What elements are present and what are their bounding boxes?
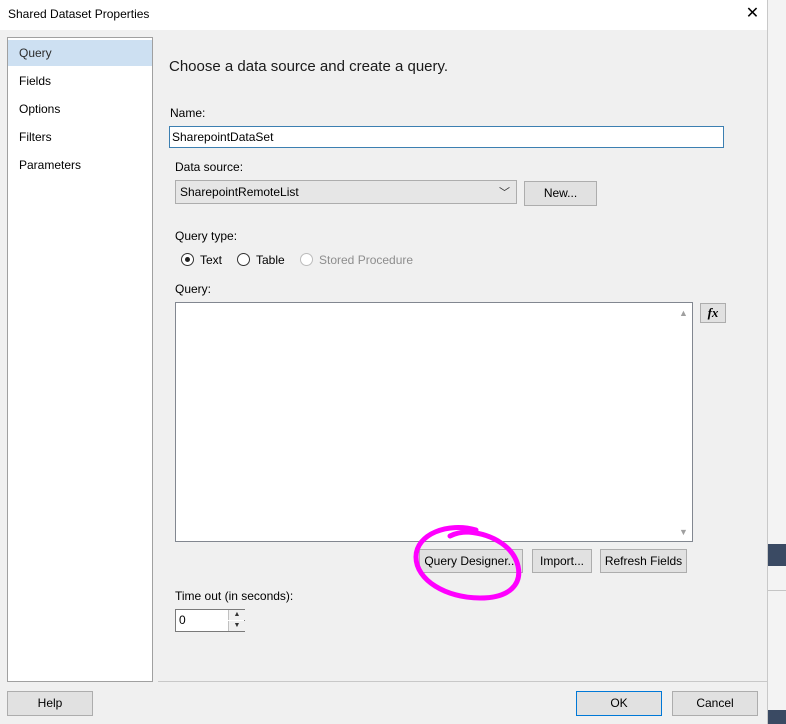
help-button[interactable]: Help (7, 691, 93, 716)
query-textarea[interactable]: ▲ ▼ (175, 302, 693, 542)
query-label: Query: (175, 282, 212, 296)
background-window-footer (768, 710, 786, 724)
title-bar: Shared Dataset Properties ✕ (0, 0, 767, 30)
radio-table-label: Table (256, 253, 285, 267)
window-title: Shared Dataset Properties (8, 7, 150, 21)
expression-fx-button[interactable]: fx (700, 303, 726, 323)
sidebar-item-filters[interactable]: Filters (8, 124, 152, 150)
scroll-down-icon[interactable]: ▼ (675, 524, 692, 541)
sidebar-item-options[interactable]: Options (8, 96, 152, 122)
name-label: Name: (170, 106, 206, 120)
cancel-button[interactable]: Cancel (672, 691, 758, 716)
radio-text[interactable] (181, 253, 194, 266)
page-heading: Choose a data source and create a query. (169, 58, 449, 75)
query-scrollbar[interactable]: ▲ ▼ (675, 303, 692, 541)
name-input-value: SharepointDataSet (172, 130, 274, 144)
refresh-fields-button[interactable]: Refresh Fields (600, 549, 687, 573)
datasource-label: Data source: (175, 160, 244, 174)
datasource-selected-value: SharepointRemoteList (180, 185, 299, 199)
radio-table[interactable] (237, 253, 250, 266)
background-window-edge (768, 0, 786, 724)
sidebar-item-fields[interactable]: Fields (8, 68, 152, 94)
chevron-down-icon: ﹀ (499, 187, 510, 199)
highlight-annotation (413, 525, 522, 601)
radio-text-label: Text (200, 253, 223, 267)
close-icon[interactable]: ✕ (738, 0, 767, 28)
timeout-stepper[interactable]: 0 ▲ ▼ (175, 609, 245, 632)
querytype-label: Query type: (175, 229, 238, 243)
new-datasource-button[interactable]: New... (524, 181, 597, 206)
spin-up-icon[interactable]: ▲ (228, 610, 245, 620)
spin-down-icon[interactable]: ▼ (228, 621, 245, 631)
datasource-dropdown[interactable]: SharepointRemoteList ﹀ (175, 180, 517, 204)
import-button[interactable]: Import... (532, 549, 592, 573)
scroll-up-icon[interactable]: ▲ (675, 305, 692, 322)
footer-divider (158, 681, 767, 682)
ok-button[interactable]: OK (576, 691, 662, 716)
background-window-bar (768, 544, 786, 566)
sidebar-item-parameters[interactable]: Parameters (8, 152, 152, 178)
sidebar-item-query[interactable]: Query (8, 40, 152, 66)
timeout-value: 0 (179, 613, 186, 627)
radio-stored-procedure[interactable] (300, 253, 313, 266)
sidebar-nav: Query Fields Options Filters Parameters (7, 37, 153, 682)
dialog-window: Shared Dataset Properties ✕ Query Fields… (0, 0, 768, 724)
name-input[interactable]: SharepointDataSet (169, 126, 724, 148)
radio-stored-procedure-label: Stored Procedure (319, 253, 414, 267)
timeout-label: Time out (in seconds): (175, 589, 294, 603)
background-window-line (768, 590, 786, 591)
